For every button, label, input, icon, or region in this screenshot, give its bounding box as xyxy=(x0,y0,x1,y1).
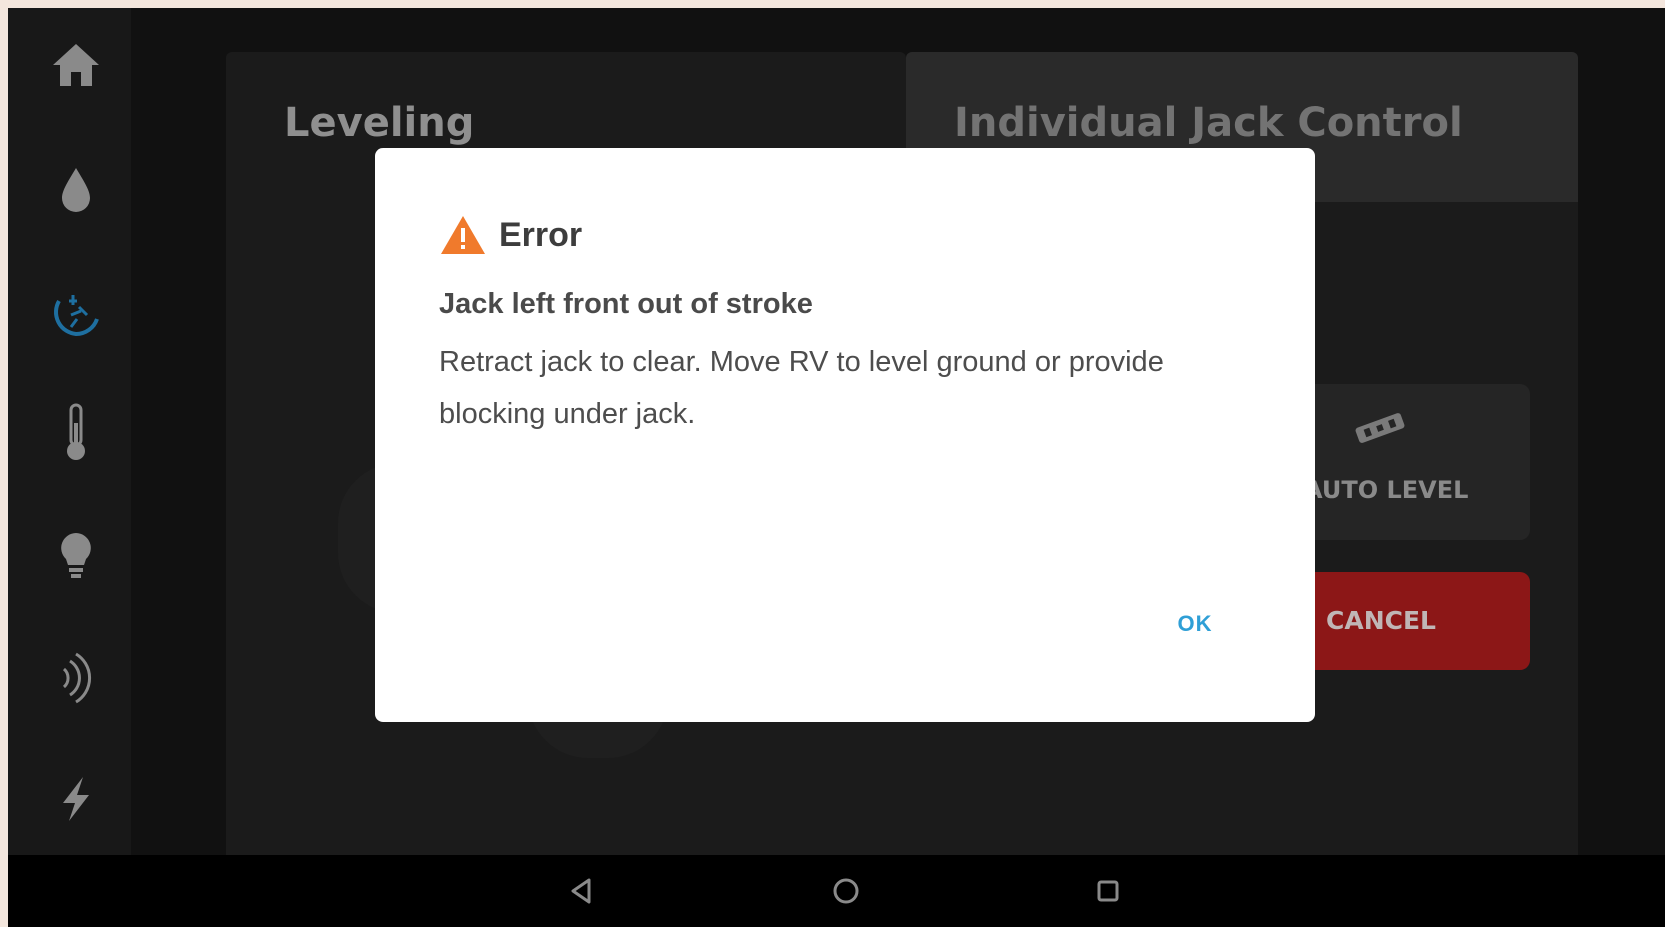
sidebar-item-lighting[interactable] xyxy=(32,520,120,590)
sidebar-item-wireless[interactable] xyxy=(32,643,120,713)
tab-label: Individual Jack Control xyxy=(954,100,1463,146)
tablet-screen: Leveling Individual Jack Control AUTO LE… xyxy=(8,8,1665,927)
leveling-icon xyxy=(54,295,99,337)
nav-back-button[interactable] xyxy=(554,863,610,919)
leveling-title: Leveling xyxy=(284,100,475,146)
lightning-icon xyxy=(63,777,89,821)
dialog-header: Error xyxy=(439,214,582,256)
warning-icon xyxy=(441,216,485,254)
recents-icon xyxy=(1097,880,1119,902)
cancel-label: CANCEL xyxy=(1326,606,1436,635)
wireless-icon xyxy=(62,652,92,704)
sidebar xyxy=(8,8,131,855)
level-tool-icon xyxy=(1355,413,1405,443)
home-circle-icon xyxy=(833,878,859,904)
dialog-message: Retract jack to clear. Move RV to level … xyxy=(439,346,1164,430)
home-icon xyxy=(53,44,99,86)
error-dialog: Error Jack left front out of stroke Retr… xyxy=(375,148,1315,722)
sidebar-item-power[interactable] xyxy=(32,764,120,834)
ok-button[interactable]: OK xyxy=(1163,600,1227,648)
nav-home-button[interactable] xyxy=(818,863,874,919)
back-icon xyxy=(571,878,591,904)
android-navigation-bar xyxy=(8,855,1665,927)
auto-level-label: AUTO LEVEL xyxy=(1304,476,1469,504)
sidebar-item-leveling[interactable] xyxy=(32,277,120,347)
sidebar-item-temperature[interactable] xyxy=(32,398,120,468)
dialog-heading: Jack left front out of stroke xyxy=(439,288,813,320)
nav-recents-button[interactable] xyxy=(1080,863,1136,919)
sidebar-item-home[interactable] xyxy=(32,30,120,100)
sidebar-item-water[interactable] xyxy=(32,155,120,225)
lightbulb-icon xyxy=(61,533,91,578)
water-drop-icon xyxy=(62,168,90,212)
thermometer-icon xyxy=(67,403,85,460)
dialog-title: Error xyxy=(499,215,583,254)
